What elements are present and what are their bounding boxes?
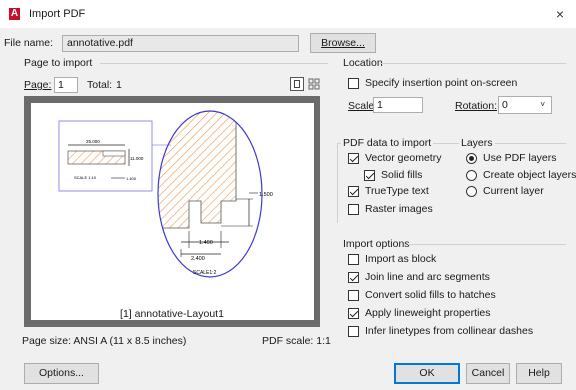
small-dim-top: 25.000 (86, 139, 100, 144)
detail-dim-right: 1.500 (259, 192, 273, 198)
detail-hatch-area (158, 111, 237, 229)
specify-insertion-label: Specify insertion point on-screen (365, 77, 518, 89)
join-segments-option[interactable]: Join line and arc segments (348, 271, 490, 283)
autocad-logo-icon: A (9, 8, 20, 20)
raster-images-checkbox[interactable] (348, 203, 359, 215)
import-options-label: Import options (341, 238, 412, 250)
preview-page: 25.000 11.000 SCALE 1:10 1.400 1.500 1.4… (31, 103, 314, 320)
import-as-block-checkbox[interactable] (348, 253, 359, 265)
create-object-layers-radio[interactable] (466, 169, 477, 181)
convert-fills-option[interactable]: Convert solid fills to hatches (348, 289, 496, 301)
page-to-import-label: Page to import (22, 57, 95, 69)
current-layer-label: Current layer (483, 185, 544, 197)
specify-insertion-option[interactable]: Specify insertion point on-screen (348, 77, 517, 89)
pdf-scale-text: PDF scale: 1:1 (262, 335, 331, 347)
truetype-text-label: TrueType text (365, 185, 429, 197)
cancel-button-label: Cancel (471, 367, 505, 379)
use-pdf-layers-radio[interactable] (466, 152, 477, 164)
detail-dim-1: 1.400 (199, 240, 213, 246)
join-segments-label: Join line and arc segments (365, 271, 490, 283)
help-button[interactable]: Help (516, 363, 562, 384)
preview-drawing: 25.000 11.000 SCALE 1:10 1.400 1.500 1.4… (58, 110, 273, 278)
layers-label: Layers (459, 137, 495, 149)
raster-images-option[interactable]: Raster images (348, 203, 433, 215)
create-object-layers-option[interactable]: Create object layers (466, 169, 576, 181)
vector-geometry-checkbox[interactable] (348, 152, 359, 164)
preview-caption: [1] annotative-Layout1 (120, 308, 224, 320)
cancel-button[interactable]: Cancel (466, 363, 510, 384)
current-layer-option[interactable]: Current layer (466, 185, 544, 197)
page-to-import-divider (100, 63, 328, 64)
solid-fills-option[interactable]: Solid fills (364, 169, 422, 181)
use-pdf-layers-label: Use PDF layers (483, 152, 557, 164)
close-icon[interactable]: × (556, 6, 564, 22)
total-label: Total: (87, 79, 113, 91)
small-part-notch (102, 150, 126, 157)
options-button-label: Options... (39, 367, 84, 379)
current-layer-radio[interactable] (466, 185, 477, 197)
import-as-block-label: Import as block (365, 253, 437, 265)
truetype-text-checkbox[interactable] (348, 185, 359, 197)
rotation-label: Rotation: (455, 100, 498, 112)
page-size-text: Page size: ANSI A (11 x 8.5 inches) (22, 335, 187, 347)
import-as-block-option[interactable]: Import as block (348, 253, 436, 265)
solid-fills-checkbox[interactable] (364, 169, 375, 181)
ok-button[interactable]: OK (394, 363, 460, 384)
apply-lineweight-option[interactable]: Apply lineweight properties (348, 307, 491, 319)
use-pdf-layers-option[interactable]: Use PDF layers (466, 152, 557, 164)
rotation-value: 0 (502, 99, 508, 111)
small-dim-right: 11.000 (130, 156, 144, 161)
detail-scale-label: SCALE1:2 (193, 270, 217, 276)
page-number-input[interactable]: 1 (54, 77, 78, 93)
window-title: Import PDF (29, 8, 86, 20)
title-bar (0, 0, 576, 28)
join-segments-checkbox[interactable] (348, 271, 359, 283)
thumbnail-view-icon[interactable] (307, 77, 321, 91)
convert-fills-label: Convert solid fills to hatches (365, 289, 496, 301)
vector-geometry-option[interactable]: Vector geometry (348, 152, 441, 164)
total-value: 1 (116, 79, 122, 91)
scale-input[interactable]: 1 (373, 97, 423, 113)
single-page-view-icon[interactable] (290, 77, 304, 91)
convert-fills-checkbox[interactable] (348, 289, 359, 301)
location-label: Location (341, 57, 385, 69)
infer-linetypes-label: Infer linetypes from collinear dashes (365, 325, 534, 337)
solid-fills-label: Solid fills (381, 169, 423, 181)
options-button[interactable]: Options... (24, 363, 99, 384)
apply-lineweight-checkbox[interactable] (348, 307, 359, 319)
vector-geometry-label: Vector geometry (365, 152, 442, 164)
truetype-text-option[interactable]: TrueType text (348, 185, 429, 197)
raster-images-label: Raster images (365, 203, 433, 215)
page-label: Page: (24, 79, 52, 91)
help-button-label: Help (528, 367, 550, 379)
specify-insertion-checkbox[interactable] (348, 77, 359, 89)
detail-dim-2: 2.400 (191, 256, 205, 262)
pdf-data-label: PDF data to import (341, 137, 434, 149)
location-divider (380, 63, 566, 64)
rotation-select[interactable]: 0 ˅ (498, 96, 552, 114)
ok-button-label: OK (419, 367, 435, 379)
chevron-down-icon: ˅ (540, 100, 545, 109)
small-scale-label: SCALE 1:10 (74, 175, 97, 180)
infer-linetypes-option[interactable]: Infer linetypes from collinear dashes (348, 325, 533, 337)
infer-linetypes-checkbox[interactable] (348, 325, 359, 337)
create-object-layers-label: Create object layers (483, 169, 576, 181)
file-name-field[interactable]: annotative.pdf (62, 35, 299, 52)
apply-lineweight-label: Apply lineweight properties (365, 307, 491, 319)
browse-button[interactable]: Browse... (310, 33, 376, 53)
import-options-divider (408, 244, 566, 245)
browse-button-label: Browse... (321, 37, 365, 49)
small-dim-bottom: 1.400 (126, 176, 137, 181)
file-name-label: File name: (4, 37, 54, 49)
